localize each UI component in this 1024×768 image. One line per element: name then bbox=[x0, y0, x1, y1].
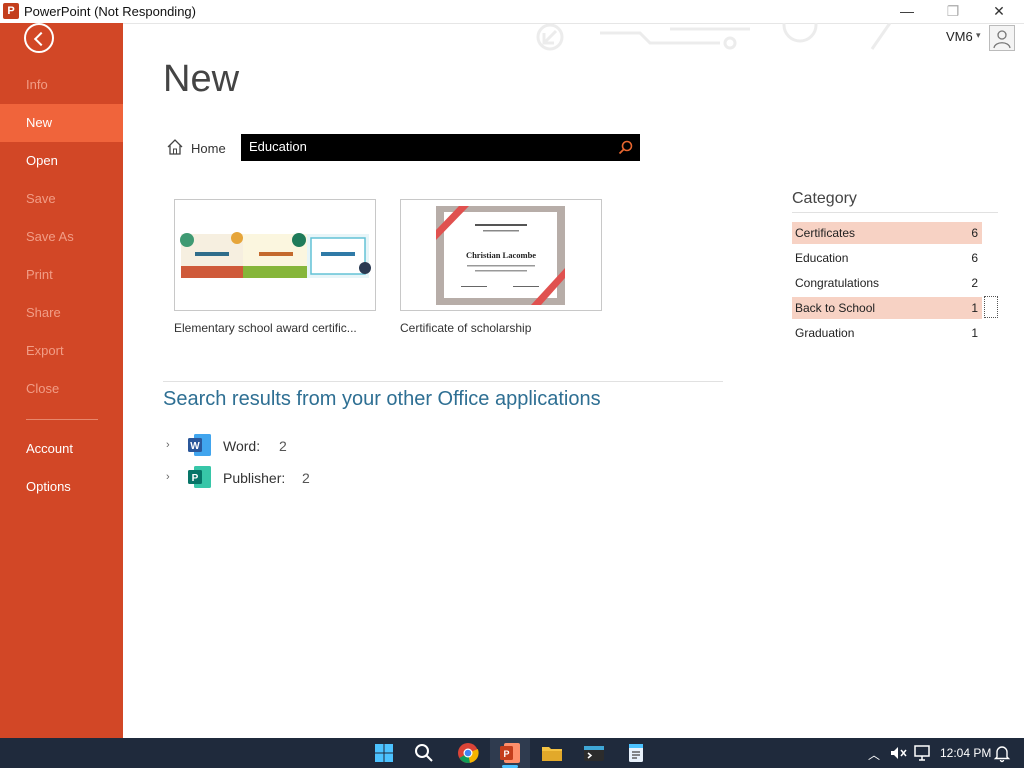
volume-muted-icon[interactable] bbox=[888, 743, 908, 763]
close-button[interactable]: ✕ bbox=[976, 0, 1022, 23]
home-label: Home bbox=[191, 141, 226, 156]
minimize-button[interactable]: — bbox=[884, 0, 930, 23]
chrome-icon[interactable] bbox=[456, 741, 480, 765]
template-label-elementary-award[interactable]: Elementary school award certific... bbox=[174, 321, 357, 335]
category-name: Congratulations bbox=[795, 276, 880, 290]
category-name: Education bbox=[795, 251, 849, 265]
taskbar: P ︿ 12:04 PM bbox=[0, 738, 1024, 768]
user-name[interactable]: VM6 bbox=[946, 29, 973, 44]
category-count: 2 bbox=[971, 276, 978, 290]
backstage-nav: Info New Open Save Save As Print Share E… bbox=[0, 23, 123, 738]
notification-bell-icon[interactable] bbox=[992, 743, 1012, 763]
section-divider bbox=[163, 381, 723, 382]
nav-options[interactable]: Options bbox=[0, 468, 123, 506]
nav-new[interactable]: New bbox=[0, 104, 123, 142]
nav-close[interactable]: Close bbox=[0, 370, 123, 408]
nav-divider bbox=[26, 419, 98, 420]
category-item-education[interactable]: Education 6 bbox=[792, 247, 982, 269]
category-item-congratulations[interactable]: Congratulations 2 bbox=[792, 272, 982, 294]
publisher-results-count: 2 bbox=[302, 470, 310, 486]
template-thumbnail-elementary-award[interactable] bbox=[174, 199, 376, 311]
category-item-graduation[interactable]: Graduation 1 bbox=[792, 322, 982, 344]
powerpoint-taskbar-button[interactable]: P bbox=[490, 738, 530, 768]
template-preview-image: Christian Lacombe bbox=[436, 206, 565, 305]
home-icon bbox=[167, 139, 183, 155]
word-icon-letter: W bbox=[190, 441, 200, 452]
word-icon: W bbox=[188, 434, 211, 456]
category-count: 6 bbox=[971, 251, 978, 265]
window-title: PowerPoint (Not Responding) bbox=[24, 4, 196, 19]
decorative-circuit-pattern bbox=[536, 23, 892, 51]
avatar[interactable] bbox=[989, 25, 1015, 51]
category-name: Certificates bbox=[795, 226, 856, 240]
nav-save-as[interactable]: Save As bbox=[0, 218, 123, 256]
publisher-icon-letter: P bbox=[192, 473, 199, 484]
category-item-certificates[interactable]: Certificates 6 bbox=[792, 222, 982, 244]
category-name: Graduation bbox=[795, 326, 855, 340]
nav-share[interactable]: Share bbox=[0, 294, 123, 332]
search-query: Education bbox=[249, 139, 307, 154]
word-results-label: Word: bbox=[223, 438, 261, 454]
template-thumbnail-scholarship[interactable]: Christian Lacombe bbox=[400, 199, 602, 311]
notepad-icon[interactable] bbox=[624, 741, 648, 765]
nav-info[interactable]: Info bbox=[0, 66, 123, 104]
template-search-input[interactable]: Education bbox=[241, 134, 640, 161]
template-preview-name: Christian Lacombe bbox=[466, 250, 536, 260]
clock-time[interactable]: 12:04 PM bbox=[940, 746, 991, 760]
template-preview-image bbox=[180, 232, 371, 278]
title-bar: P PowerPoint (Not Responding) — ❐ ✕ bbox=[0, 0, 1024, 24]
terminal-icon[interactable] bbox=[582, 741, 606, 765]
nav-save[interactable]: Save bbox=[0, 180, 123, 218]
search-icon[interactable] bbox=[618, 140, 633, 155]
file-explorer-icon[interactable] bbox=[540, 741, 564, 765]
category-count: 1 bbox=[971, 326, 978, 340]
nav-print[interactable]: Print bbox=[0, 256, 123, 294]
nav-open[interactable]: Open bbox=[0, 142, 123, 180]
category-count: 6 bbox=[971, 226, 978, 240]
nav-account[interactable]: Account bbox=[0, 430, 123, 468]
publisher-results-label: Publisher: bbox=[223, 470, 286, 486]
restore-button[interactable]: ❐ bbox=[930, 0, 976, 23]
expand-chevron-icon[interactable]: › bbox=[166, 439, 170, 451]
word-results-count: 2 bbox=[279, 438, 287, 454]
category-title: Category bbox=[792, 190, 857, 207]
template-label-scholarship[interactable]: Certificate of scholarship bbox=[400, 321, 531, 335]
publisher-icon: P bbox=[188, 466, 211, 488]
category-pin-focus[interactable] bbox=[984, 296, 998, 318]
page-title: New bbox=[163, 58, 240, 100]
back-arrow-icon[interactable] bbox=[24, 23, 54, 53]
powerpoint-icon-letter: P bbox=[503, 749, 509, 759]
search-icon[interactable] bbox=[412, 741, 436, 765]
person-icon bbox=[993, 30, 1011, 49]
windows-start-icon[interactable] bbox=[372, 741, 396, 765]
tray-overflow-chevron-icon[interactable]: ︿ bbox=[868, 746, 880, 763]
category-name: Back to School bbox=[795, 301, 876, 315]
category-divider bbox=[792, 212, 998, 213]
other-apps-results-title: Search results from your other Office ap… bbox=[163, 388, 601, 410]
powerpoint-icon: P bbox=[500, 743, 520, 763]
expand-chevron-icon[interactable]: › bbox=[166, 471, 170, 483]
powerpoint-app-icon: P bbox=[3, 3, 19, 19]
category-item-back-to-school[interactable]: Back to School 1 bbox=[792, 297, 982, 319]
nav-export[interactable]: Export bbox=[0, 332, 123, 370]
network-icon[interactable] bbox=[912, 743, 932, 763]
user-menu-caret-icon[interactable]: ▾ bbox=[976, 30, 981, 41]
category-count: 1 bbox=[971, 301, 978, 315]
